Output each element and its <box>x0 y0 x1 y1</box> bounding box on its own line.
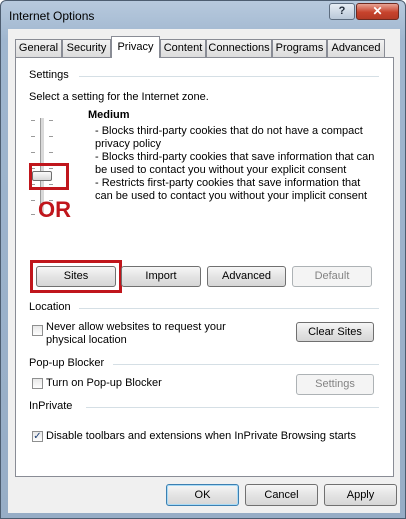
close-button[interactable]: ✕ <box>356 3 399 20</box>
import-button[interactable]: Import <box>121 266 201 287</box>
slider-tick <box>31 152 35 153</box>
policy-line: - Blocks third-party cookies that do not… <box>95 125 363 137</box>
slider-tick <box>31 200 35 201</box>
never-allow-location-checkbox[interactable] <box>32 325 43 336</box>
inprivate-toolbars-label: Disable toolbars and extensions when InP… <box>46 430 356 442</box>
tab-advanced[interactable]: Advanced <box>327 39 385 57</box>
policy-line: - Blocks third-party cookies that save i… <box>95 151 375 163</box>
or-annotation: OR <box>38 197 71 222</box>
settings-divider <box>79 76 379 77</box>
tab-content[interactable]: Content <box>160 39 206 57</box>
apply-button[interactable]: Apply <box>324 484 397 506</box>
ok-button[interactable]: OK <box>166 484 239 506</box>
close-icon: ✕ <box>372 4 383 18</box>
window-frame: Internet Options ? ✕ General Security Pr… <box>0 0 406 519</box>
location-divider <box>79 308 379 309</box>
cancel-button[interactable]: Cancel <box>245 484 318 506</box>
tab-security[interactable]: Security <box>62 39 111 57</box>
slider-highlight-box <box>29 163 69 190</box>
slider-tick <box>31 120 35 121</box>
tab-connections[interactable]: Connections <box>206 39 272 57</box>
slider-tick <box>49 120 53 121</box>
slider-tick <box>31 136 35 137</box>
dialog-client: General Security Privacy Content Connect… <box>8 29 400 513</box>
policy-line: can be used to contact you without your … <box>95 190 368 202</box>
slider-tick <box>49 136 53 137</box>
privacy-level: Medium <box>88 109 130 121</box>
policy-line: privacy policy <box>95 138 162 150</box>
popup-blocker-checkbox[interactable] <box>32 378 43 389</box>
location-group-label: Location <box>29 301 71 313</box>
never-allow-location-label: Never allow websites to request your <box>46 321 226 333</box>
policy-line: be used to contact you without your expl… <box>95 164 347 176</box>
slider-tick <box>31 214 35 215</box>
advanced-button[interactable]: Advanced <box>207 266 286 287</box>
zone-instruction: Select a setting for the Internet zone. <box>29 91 209 103</box>
inprivate-group-label: InPrivate <box>29 400 73 412</box>
settings-group-label: Settings <box>29 69 69 81</box>
window-title: Internet Options <box>9 9 95 23</box>
sites-highlight-box <box>30 260 122 293</box>
inprivate-divider <box>86 407 379 408</box>
tab-general[interactable]: General <box>15 39 62 57</box>
never-allow-location-label-cont: physical location <box>46 334 127 346</box>
popup-group-label: Pop-up Blocker <box>29 357 105 369</box>
tab-programs[interactable]: Programs <box>272 39 327 57</box>
privacy-panel: Settings Select a setting for the Intern… <box>15 57 394 477</box>
default-button[interactable]: Default <box>292 266 372 287</box>
popup-settings-button[interactable]: Settings <box>296 374 374 395</box>
help-icon: ? <box>338 5 346 17</box>
inprivate-toolbars-checkbox[interactable]: ✓ <box>32 431 43 442</box>
policy-line: - Restricts first-party cookies that sav… <box>95 177 361 189</box>
checkmark-icon: ✓ <box>33 431 42 442</box>
popup-blocker-label: Turn on Pop-up Blocker <box>46 377 162 389</box>
tab-privacy[interactable]: Privacy <box>111 36 160 58</box>
title-bar[interactable]: Internet Options ? ✕ <box>1 1 405 29</box>
popup-divider <box>113 364 379 365</box>
help-button[interactable]: ? <box>329 3 355 20</box>
slider-tick <box>49 152 53 153</box>
clear-sites-button[interactable]: Clear Sites <box>296 322 374 342</box>
